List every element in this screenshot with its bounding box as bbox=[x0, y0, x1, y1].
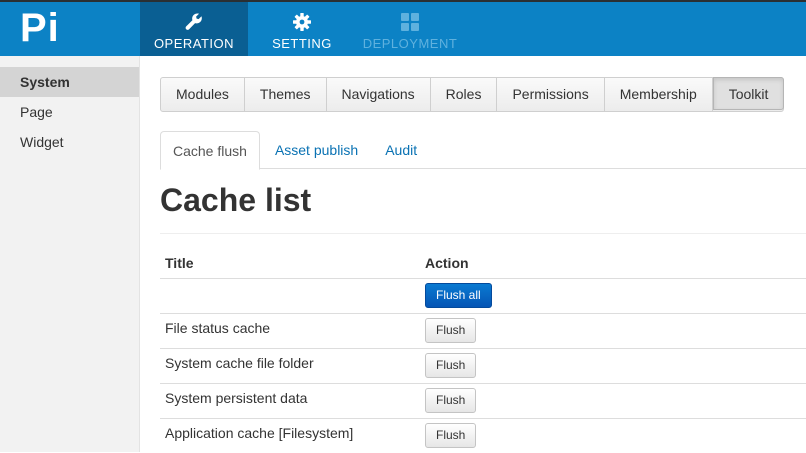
subtab-cache-flush[interactable]: Cache flush bbox=[160, 131, 260, 170]
cache-table: Title Action Flush all File status cache… bbox=[160, 248, 806, 453]
table-row: Flush all bbox=[160, 277, 806, 313]
topnav-operation-label: OPERATION bbox=[153, 36, 235, 51]
cache-title: System cache file folder bbox=[160, 347, 420, 383]
table-row: System cache file folder Flush bbox=[160, 347, 806, 383]
tab-modules[interactable]: Modules bbox=[161, 78, 245, 111]
page-title: Cache list bbox=[160, 182, 312, 218]
title-divider bbox=[160, 233, 806, 234]
action-cell: Flush bbox=[420, 347, 806, 383]
topnav-setting-label: SETTING bbox=[272, 36, 332, 51]
table-row: Application cache [Filesystem] Flush bbox=[160, 417, 806, 453]
tab-themes[interactable]: Themes bbox=[245, 78, 327, 111]
top-bar: Pi OPERATION SETTING DEPLOYMENT bbox=[0, 0, 806, 56]
topnav-operation[interactable]: OPERATION bbox=[140, 2, 248, 56]
action-cell: Flush bbox=[420, 312, 806, 348]
table-row: File status cache Flush bbox=[160, 312, 806, 348]
tab-navigations[interactable]: Navigations bbox=[327, 78, 431, 111]
sub-tabs: Cache flush Asset publish Audit bbox=[160, 131, 806, 170]
sidebar-item-page[interactable]: Page bbox=[0, 97, 139, 127]
flush-button[interactable]: Flush bbox=[425, 352, 477, 378]
tab-roles[interactable]: Roles bbox=[431, 78, 498, 111]
gear-icon bbox=[293, 13, 311, 31]
flush-button[interactable]: Flush bbox=[425, 317, 477, 343]
grid-icon bbox=[401, 13, 419, 31]
flush-button[interactable]: Flush bbox=[425, 422, 477, 448]
top-nav: OPERATION SETTING DEPLOYMENT bbox=[140, 2, 464, 56]
flush-all-title-cell bbox=[160, 277, 420, 313]
column-header-action: Action bbox=[420, 248, 806, 279]
tab-membership[interactable]: Membership bbox=[605, 78, 713, 111]
tab-permissions[interactable]: Permissions bbox=[497, 78, 605, 111]
sidebar-item-system[interactable]: System bbox=[0, 67, 139, 97]
flush-button[interactable]: Flush bbox=[425, 387, 477, 413]
tab-toolkit[interactable]: Toolkit bbox=[712, 77, 785, 110]
action-cell: Flush bbox=[420, 417, 806, 453]
column-header-title: Title bbox=[160, 248, 420, 279]
cache-title: File status cache bbox=[160, 312, 420, 348]
wrench-icon bbox=[185, 13, 202, 30]
action-cell: Flush bbox=[420, 382, 806, 418]
table-header-row: Title Action bbox=[160, 248, 806, 279]
table-row: System persistent data Flush bbox=[160, 382, 806, 418]
topnav-deployment-label: DEPLOYMENT bbox=[362, 36, 458, 51]
main-content: Modules Themes Navigations Roles Permiss… bbox=[140, 56, 806, 453]
flush-all-cell: Flush all bbox=[420, 277, 806, 313]
topnav-setting[interactable]: SETTING bbox=[248, 2, 356, 56]
cache-title: System persistent data bbox=[160, 382, 420, 418]
subtab-audit[interactable]: Audit bbox=[373, 131, 429, 169]
topnav-deployment: DEPLOYMENT bbox=[356, 2, 464, 56]
module-tabs: Modules Themes Navigations Roles Permiss… bbox=[160, 77, 785, 112]
sidebar-item-widget[interactable]: Widget bbox=[0, 127, 139, 157]
subtab-asset-publish[interactable]: Asset publish bbox=[263, 131, 370, 169]
pi-logo[interactable]: Pi bbox=[20, 6, 60, 51]
flush-all-button[interactable]: Flush all bbox=[425, 282, 492, 308]
cache-title: Application cache [Filesystem] bbox=[160, 417, 420, 453]
sidebar: System Page Widget bbox=[0, 56, 140, 452]
